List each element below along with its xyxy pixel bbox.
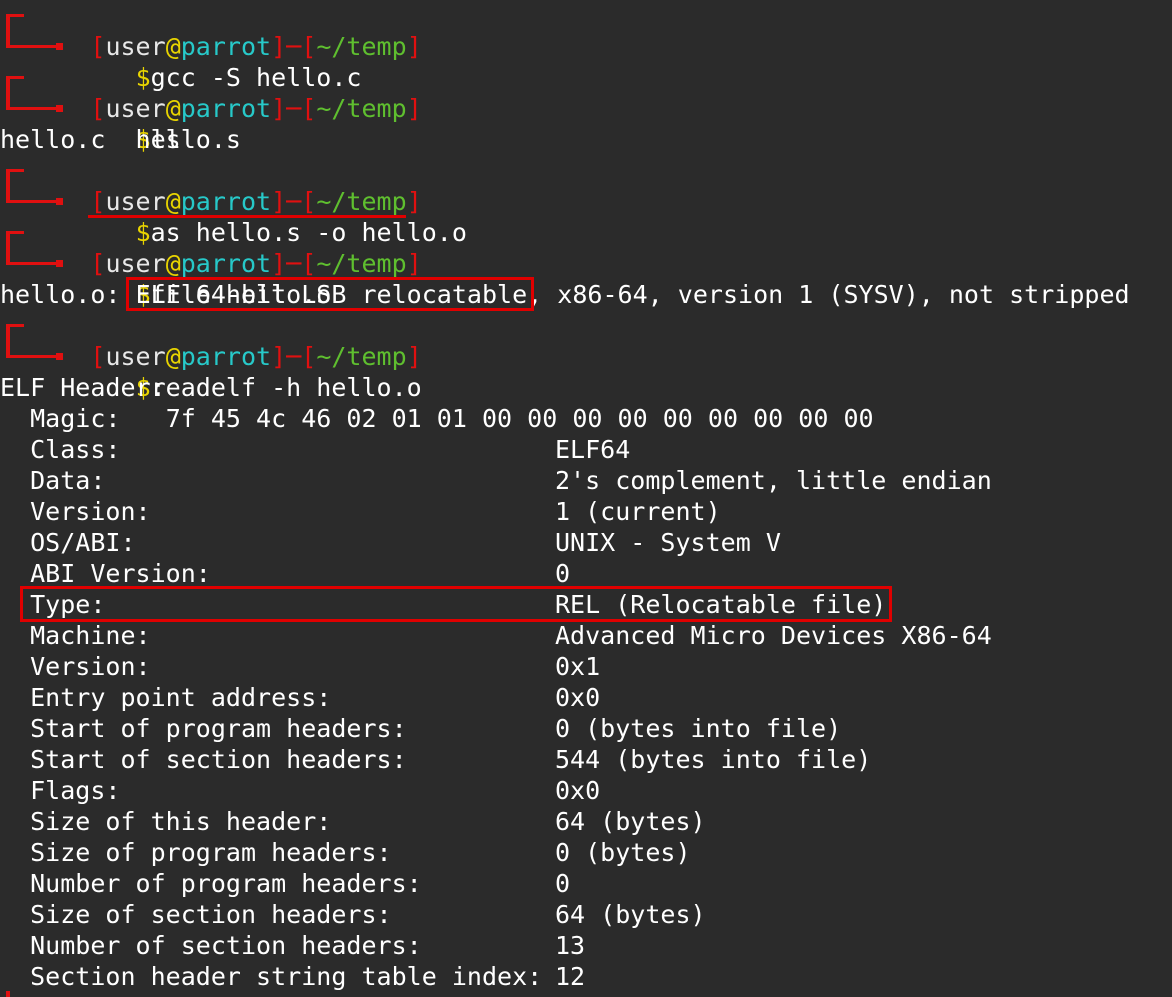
prompt-line: [user@parrot]─[~/temp] <box>0 155 422 216</box>
command-line: $ls <box>0 93 181 154</box>
prompt-line: [user@parrot]─[~/temp] <box>0 310 422 371</box>
elf-row-label: Version: <box>0 652 151 681</box>
elf-row-value: 0 (bytes into file) <box>555 714 842 743</box>
prompt-line: [user@parrot]─[~/temp] <box>0 62 422 123</box>
command-text: readelf -h hello.o <box>150 373 422 402</box>
next-prompt-partial <box>0 991 60 997</box>
command-line: $readelf -h hello.o <box>0 341 422 402</box>
elf-row-label: Number of section headers: <box>0 931 422 960</box>
type-row-highlight-box <box>20 586 892 622</box>
elf-row-value: 1 (current) <box>555 497 721 526</box>
elf-row-label: Size of section headers: <box>0 900 392 929</box>
elf-row-value: 64 (bytes) <box>555 900 706 929</box>
elf-row-label: Number of program headers: <box>0 869 422 898</box>
elf-row-value: 13 <box>555 931 586 960</box>
prompt-line: [user@parrot]─[~/temp] <box>0 217 422 278</box>
prompt-line: [user@parrot]─[~/temp] <box>0 0 422 61</box>
elf-row-value: 0x0 <box>555 683 601 712</box>
elf-row-value: 0x1 <box>555 652 601 681</box>
elf-row-value: 2's complement, little endian <box>555 466 992 495</box>
elf-row-value: 544 (bytes into file) <box>555 745 872 774</box>
elf-row-value: ELF64 <box>555 435 631 464</box>
elf-row-label: Size of program headers: <box>0 838 392 867</box>
elf-row-value: 64 (bytes) <box>555 807 706 836</box>
elf-row-value: 0x0 <box>555 776 601 805</box>
elf-row-label: Entry point address: <box>0 683 332 712</box>
elf-row-label: Section header string table index: <box>0 962 543 991</box>
elf-row-label: Flags: <box>0 776 121 805</box>
elf-row-value: 0 <box>555 869 571 898</box>
elf-header-title: ELF Header: <box>0 373 166 402</box>
elf-row-label: Class: <box>0 435 121 464</box>
elf-row-label: Data: <box>0 466 106 495</box>
elf-row-value: 12 <box>555 962 586 991</box>
file-type-highlight-box <box>126 277 534 311</box>
elf-magic-value: 7f 45 4c 46 02 01 01 00 00 00 00 00 00 0… <box>165 404 874 433</box>
elf-row-label: Machine: <box>0 621 151 650</box>
elf-row-value: 0 (bytes) <box>555 838 691 867</box>
elf-row-label: Size of this header: <box>0 807 332 836</box>
elf-row-label: Start of section headers: <box>0 745 407 774</box>
elf-row-label: Start of program headers: <box>0 714 407 743</box>
elf-row-label: Version: <box>0 497 151 526</box>
command-line: $file hello.o <box>0 248 331 309</box>
elf-row-value: UNIX - System V <box>555 528 781 557</box>
elf-row-value: 0 <box>555 559 571 588</box>
elf-magic-row: Magic: 7f 45 4c 46 02 01 01 00 00 00 00 … <box>0 404 874 433</box>
elf-row-value: Advanced Micro Devices X86-64 <box>555 621 992 650</box>
ls-output: hello.c hello.s <box>0 125 241 154</box>
command-line: $as hello.s -o hello.o <box>0 186 467 247</box>
elf-row-label: ABI Version: <box>0 559 211 588</box>
terminal-window[interactable]: [user@parrot]─[~/temp] $gcc -S hello.c [… <box>0 0 1172 997</box>
command-line: $gcc -S hello.c <box>0 31 361 92</box>
elf-row-label: OS/ABI: <box>0 528 136 557</box>
